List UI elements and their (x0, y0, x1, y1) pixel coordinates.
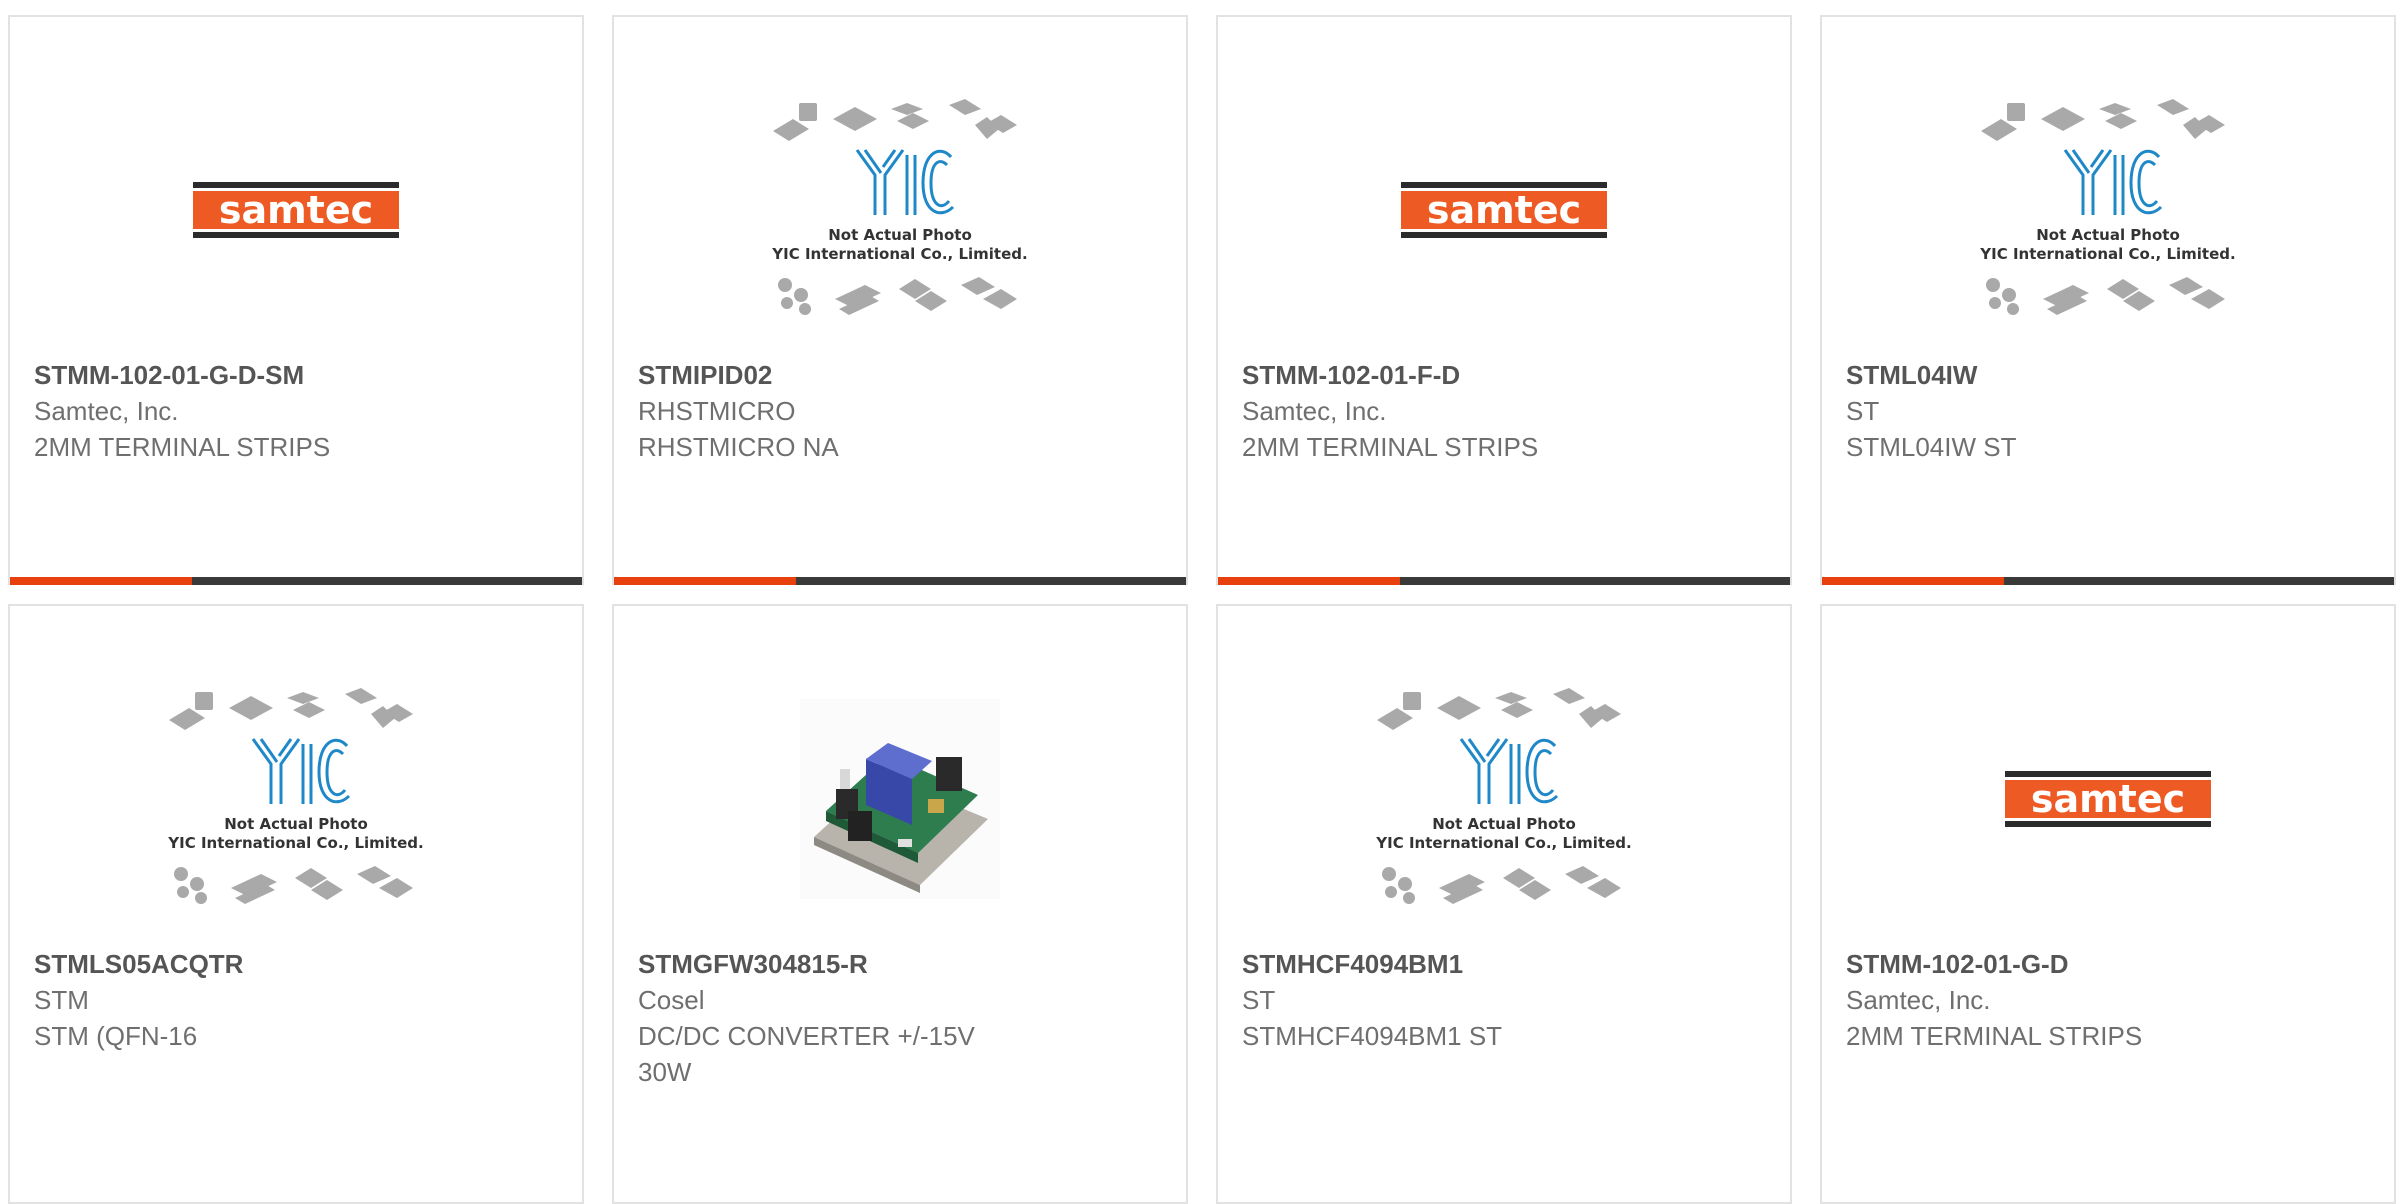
samtec-logo-icon: samtec (2005, 771, 2211, 827)
card-accent-bar (614, 577, 796, 585)
svg-text:samtec: samtec (219, 188, 373, 232)
part-number[interactable]: STMHCF4094BM1 (1242, 946, 1766, 982)
svg-text:Not Actual Photo: Not Actual Photo (2036, 226, 2180, 244)
product-info: STMGFW304815-R Cosel DC/DC CONVERTER +/-… (638, 946, 1162, 1090)
svg-text:Not Actual Photo: Not Actual Photo (828, 226, 972, 244)
svg-text:Not Actual Photo: Not Actual Photo (224, 815, 368, 833)
description: STM (QFN-16 (34, 1021, 198, 1051)
product-card[interactable]: samtec STMM-102-01-G-D-SM Samtec, Inc. 2… (8, 15, 584, 585)
part-number[interactable]: STMGFW304815-R (638, 946, 1162, 982)
manufacturer: Samtec, Inc. (34, 396, 179, 426)
samtec-logo-icon: samtec (193, 182, 399, 238)
card-accent-bar (10, 577, 192, 585)
manufacturer: ST (1846, 396, 1880, 426)
part-number[interactable]: STMM-102-01-G-D-SM (34, 357, 558, 393)
product-card[interactable]: STMGFW304815-R Cosel DC/DC CONVERTER +/-… (612, 604, 1188, 1204)
converter-photo-icon (800, 699, 1000, 899)
product-info: STMIPID02 RHSTMICRO RHSTMICRO NA (638, 357, 1162, 465)
card-accent-bar (1822, 577, 2004, 585)
product-info: STMM-102-01-F-D Samtec, Inc. 2MM TERMINA… (1242, 357, 1766, 465)
manufacturer: ST (1242, 985, 1276, 1015)
product-info: STMM-102-01-G-D-SM Samtec, Inc. 2MM TERM… (34, 357, 558, 465)
product-card[interactable]: samtec STMM-102-01-G-D Samtec, Inc. 2MM … (1820, 604, 2396, 1204)
yic-placeholder-icon: Not Actual Photo YIC International Co., … (167, 688, 424, 904)
part-number[interactable]: STML04IW (1846, 357, 2370, 393)
product-info: STML04IW ST STML04IW ST (1846, 357, 2370, 465)
svg-text:samtec: samtec (2031, 777, 2185, 821)
yic-placeholder-icon: Not Actual Photo YIC International Co., … (1375, 688, 1632, 904)
product-image[interactable]: Not Actual Photo YIC International Co., … (161, 684, 431, 914)
manufacturer: RHSTMICRO (638, 396, 796, 426)
product-image[interactable] (765, 684, 1035, 914)
manufacturer: STM (34, 985, 89, 1015)
card-bottom-bar (614, 577, 1186, 585)
product-card[interactable]: Not Actual Photo YIC International Co., … (8, 604, 584, 1204)
description: 2MM TERMINAL STRIPS (1846, 1021, 2143, 1051)
manufacturer: Samtec, Inc. (1242, 396, 1387, 426)
product-image[interactable]: samtec (161, 95, 431, 325)
manufacturer: Cosel (638, 985, 705, 1015)
svg-text:YIC International Co., Limited: YIC International Co., Limited. (771, 245, 1027, 263)
product-info: STMLS05ACQTR STM STM (QFN-16 (34, 946, 558, 1054)
yic-placeholder-icon: Not Actual Photo YIC International Co., … (771, 99, 1028, 315)
product-grid: samtec STMM-102-01-G-D-SM Samtec, Inc. 2… (8, 15, 2400, 1204)
card-bottom-bar (10, 577, 582, 585)
product-image[interactable]: samtec (1973, 684, 2243, 914)
product-info: STMM-102-01-G-D Samtec, Inc. 2MM TERMINA… (1846, 946, 2370, 1054)
svg-text:YIC International Co., Limited: YIC International Co., Limited. (167, 834, 423, 852)
samtec-logo-icon: samtec (1401, 182, 1607, 238)
description: 2MM TERMINAL STRIPS (34, 432, 331, 462)
description: 2MM TERMINAL STRIPS (1242, 432, 1539, 462)
svg-text:YIC International Co., Limited: YIC International Co., Limited. (1375, 834, 1631, 852)
yic-placeholder-icon: Not Actual Photo YIC International Co., … (1979, 99, 2236, 315)
svg-text:YIC International Co., Limited: YIC International Co., Limited. (1979, 245, 2235, 263)
description: STML04IW ST (1846, 432, 2017, 462)
part-number[interactable]: STMM-102-01-F-D (1242, 357, 1766, 393)
product-card[interactable]: Not Actual Photo YIC International Co., … (1820, 15, 2396, 585)
description: DC/DC CONVERTER +/-15V 30W (638, 1021, 975, 1087)
product-card[interactable]: Not Actual Photo YIC International Co., … (1216, 604, 1792, 1204)
card-bottom-bar (1218, 577, 1790, 585)
card-bottom-bar (1822, 577, 2394, 585)
part-number[interactable]: STMLS05ACQTR (34, 946, 558, 982)
part-number[interactable]: STMM-102-01-G-D (1846, 946, 2370, 982)
product-card[interactable]: Not Actual Photo YIC International Co., … (612, 15, 1188, 585)
product-card[interactable]: samtec STMM-102-01-F-D Samtec, Inc. 2MM … (1216, 15, 1792, 585)
card-accent-bar (1218, 577, 1400, 585)
product-image[interactable]: Not Actual Photo YIC International Co., … (1973, 95, 2243, 325)
description: STMHCF4094BM1 ST (1242, 1021, 1503, 1051)
description: RHSTMICRO NA (638, 432, 839, 462)
product-image[interactable]: Not Actual Photo YIC International Co., … (1369, 684, 1639, 914)
manufacturer: Samtec, Inc. (1846, 985, 1991, 1015)
svg-text:samtec: samtec (1427, 188, 1581, 232)
svg-text:Not Actual Photo: Not Actual Photo (1432, 815, 1576, 833)
part-number[interactable]: STMIPID02 (638, 357, 1162, 393)
product-image[interactable]: samtec (1369, 95, 1639, 325)
product-image[interactable]: Not Actual Photo YIC International Co., … (765, 95, 1035, 325)
product-info: STMHCF4094BM1 ST STMHCF4094BM1 ST (1242, 946, 1766, 1054)
